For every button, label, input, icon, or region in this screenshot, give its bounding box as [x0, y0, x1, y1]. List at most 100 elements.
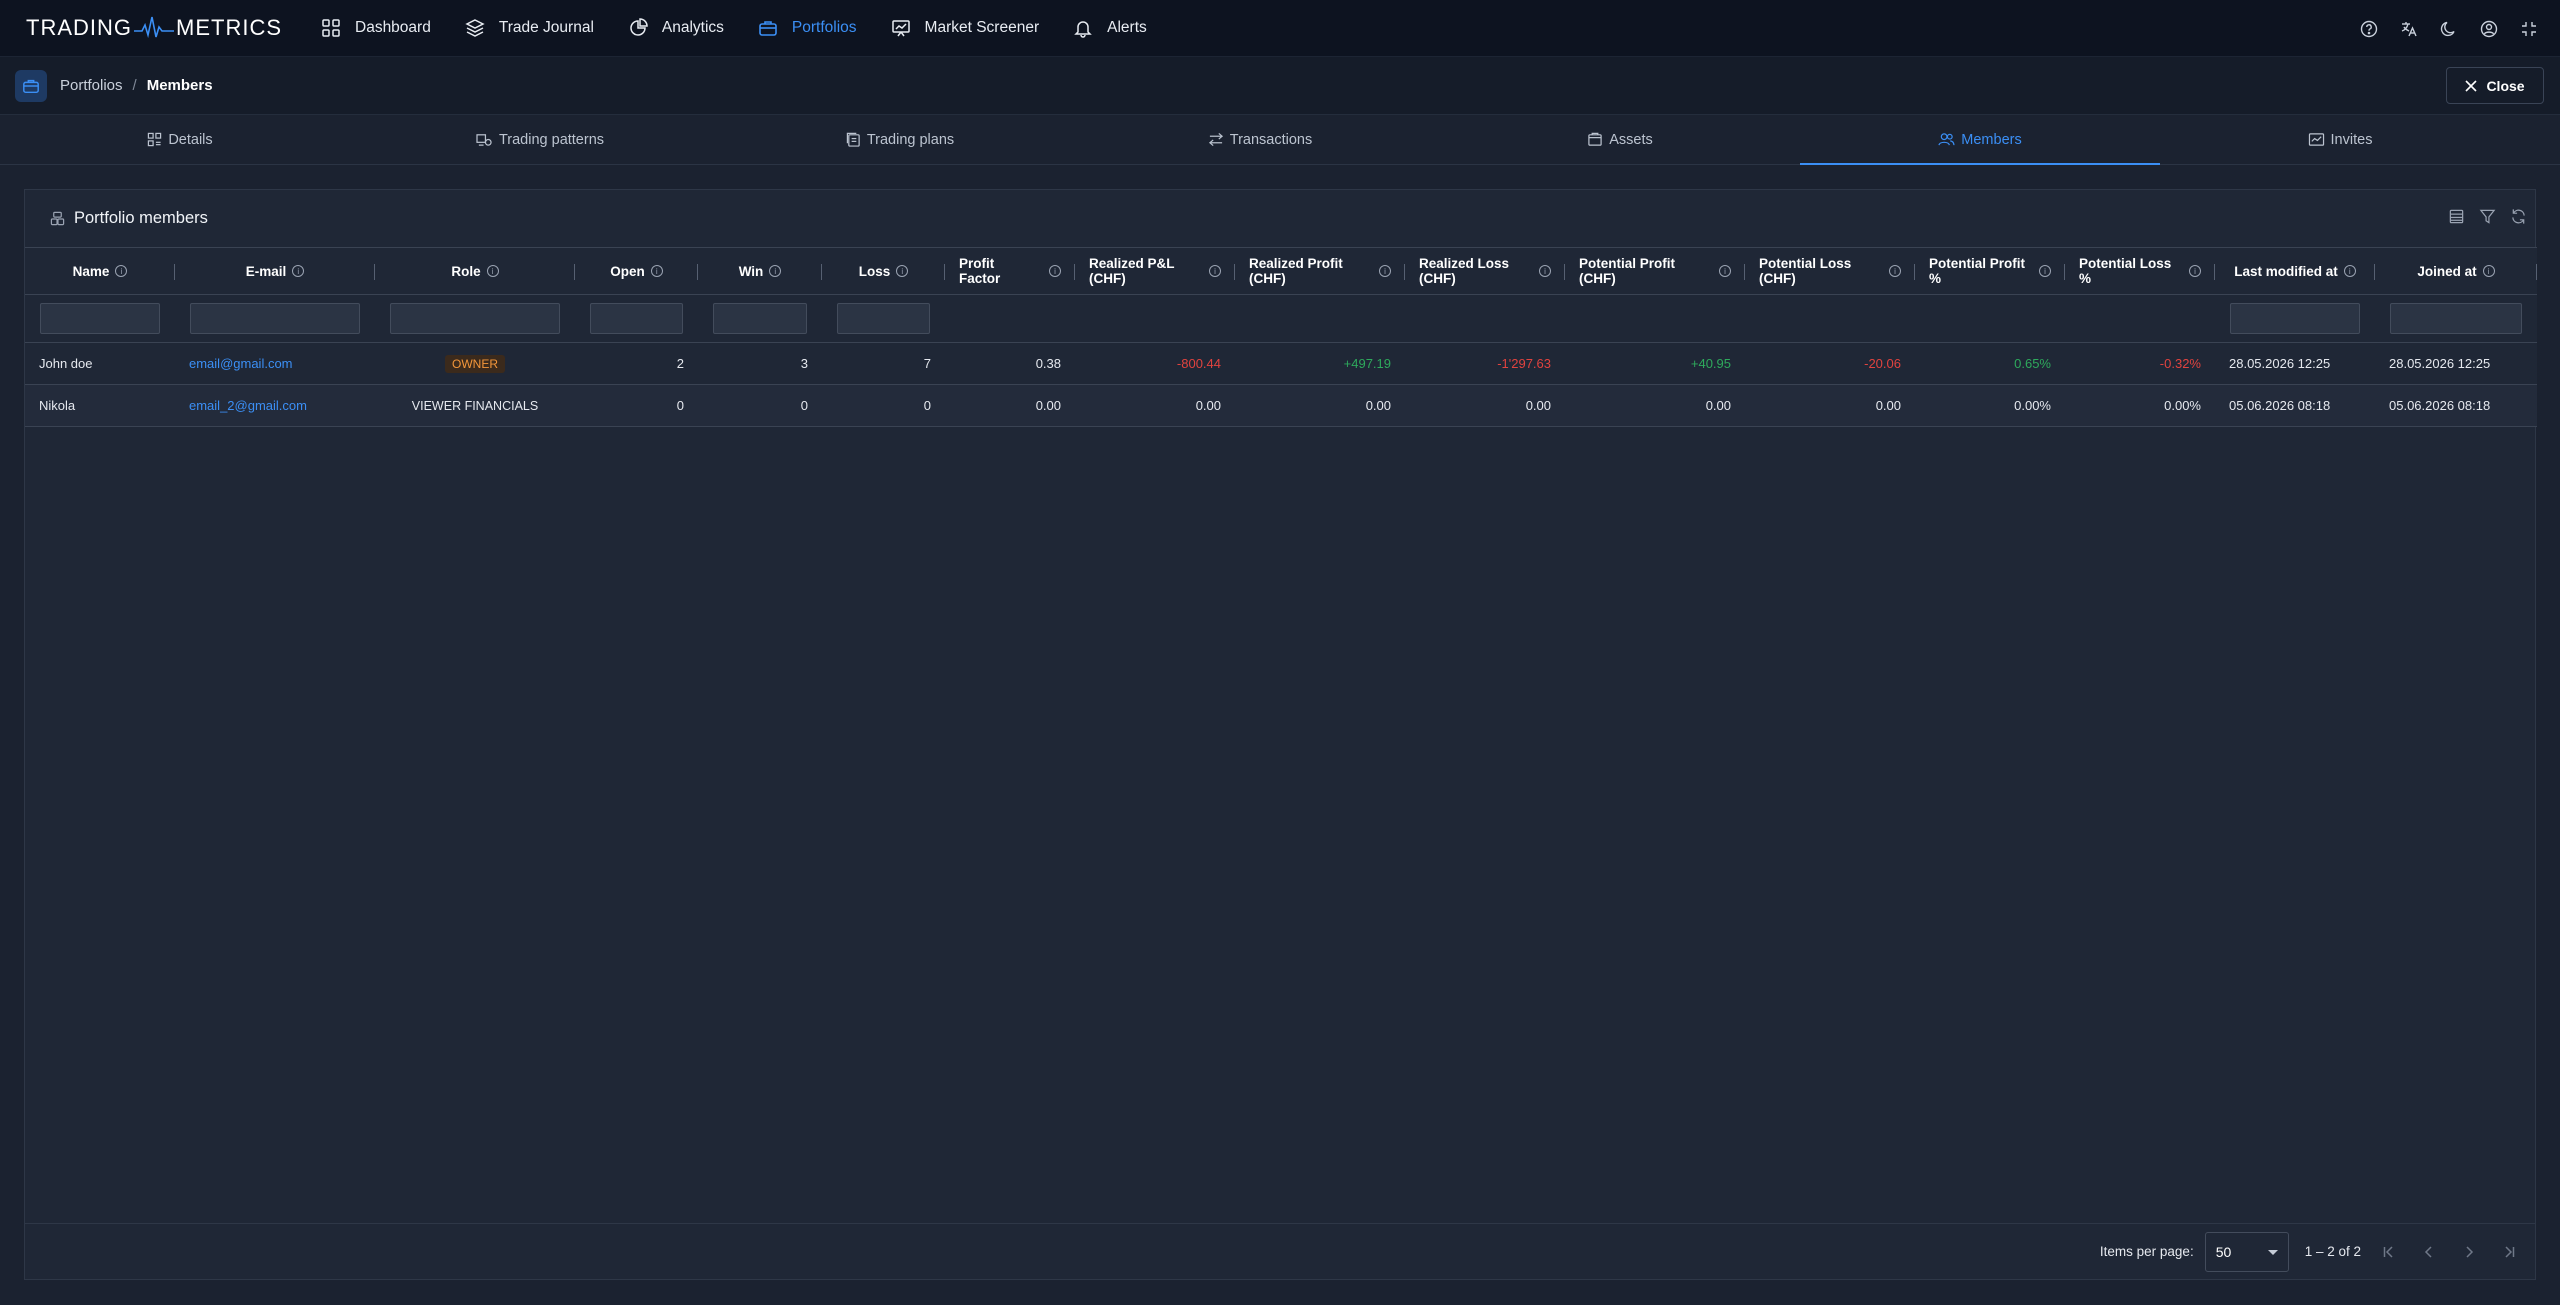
- info-icon[interactable]: i: [2343, 265, 2356, 277]
- first-page-button[interactable]: [2369, 1232, 2409, 1272]
- column-header-potential-profit-pct[interactable]: Potential Profit% i: [1915, 247, 2065, 295]
- column-header-profit-factor[interactable]: Profit Factor i: [945, 247, 1075, 295]
- help-icon[interactable]: [2360, 20, 2378, 38]
- filter-last-modified-input[interactable]: [2230, 303, 2360, 334]
- column-header-last-modified[interactable]: Last modified at i: [2215, 247, 2375, 295]
- transfer-icon: [1208, 132, 1224, 147]
- logo-text-right: METRICS: [176, 15, 282, 40]
- column-label-line2: %: [2079, 271, 2092, 286]
- filter-joined-input[interactable]: [2390, 303, 2522, 334]
- column-label-line1: Potential Profit: [1929, 256, 2026, 271]
- table-row[interactable]: Nikola email_2@gmail.com VIEWER FINANCIA…: [25, 384, 2537, 427]
- column-label: Name: [72, 263, 110, 279]
- column-header-realized-pnl[interactable]: Realized P&L (CHF) i: [1075, 247, 1235, 295]
- info-icon[interactable]: i: [292, 265, 305, 277]
- info-icon[interactable]: i: [2039, 265, 2051, 277]
- info-icon[interactable]: i: [896, 265, 909, 277]
- nav-trade-journal-label: Trade Journal: [498, 19, 594, 36]
- portfolio-tabs: Details Trading patterns Trading plans T…: [0, 115, 2560, 165]
- column-header-joined[interactable]: Joined at i: [2375, 247, 2537, 295]
- filter-open-input[interactable]: [590, 303, 683, 334]
- column-header-potential-loss-pct[interactable]: Potential Loss% i: [2065, 247, 2215, 295]
- column-header-name[interactable]: Name i: [25, 247, 175, 295]
- column-header-open[interactable]: Open i: [575, 247, 698, 295]
- tab-members[interactable]: Members: [1800, 115, 2160, 165]
- column-header-realized-profit[interactable]: Realized Profit (CHF) i: [1235, 247, 1405, 295]
- nav-market-screener[interactable]: Market Screener: [874, 0, 1057, 57]
- nav-alerts[interactable]: Alerts: [1056, 0, 1164, 57]
- email-link[interactable]: email@gmail.com: [189, 356, 293, 371]
- close-button-label: Close: [2486, 77, 2525, 94]
- dark-mode-icon[interactable]: [2440, 20, 2458, 38]
- breadcrumb-portfolios-link[interactable]: Portfolios: [60, 77, 123, 94]
- app-logo[interactable]: TRADING METRICS: [26, 0, 282, 57]
- filter-cell-empty: [1235, 294, 1405, 343]
- info-icon[interactable]: i: [1889, 265, 1901, 277]
- filter-win-input[interactable]: [713, 303, 807, 334]
- table-row[interactable]: John doe email@gmail.com OWNER 2 3 7 0.3…: [25, 342, 2537, 385]
- column-header-potential-profit[interactable]: Potential Profit (CHF) i: [1565, 247, 1745, 295]
- cell-loss: 0: [822, 384, 945, 427]
- language-icon[interactable]: [2400, 20, 2418, 38]
- filter-cell: [175, 294, 375, 343]
- info-icon[interactable]: i: [650, 265, 663, 277]
- tab-details[interactable]: Details: [0, 115, 360, 164]
- info-icon[interactable]: i: [115, 265, 128, 277]
- info-icon[interactable]: i: [486, 265, 499, 277]
- column-header-potential-loss[interactable]: Potential Loss (CHF) i: [1745, 247, 1915, 295]
- email-link[interactable]: email_2@gmail.com: [189, 398, 307, 413]
- column-divider: [2536, 264, 2537, 280]
- nav-trade-journal[interactable]: Trade Journal: [448, 0, 611, 57]
- filter-icon[interactable]: [2479, 208, 2496, 225]
- filter-name-input[interactable]: [40, 303, 160, 334]
- last-page-button[interactable]: [2489, 1232, 2529, 1272]
- invites-icon: [2308, 132, 2325, 147]
- column-header-loss[interactable]: Loss i: [822, 247, 945, 295]
- cell-potential-loss-pct: -0.32%: [2065, 342, 2215, 385]
- cell-joined: 28.05.2026 12:25: [2375, 342, 2537, 385]
- close-button[interactable]: Close: [2446, 67, 2544, 104]
- tab-invites[interactable]: Invites: [2160, 115, 2520, 164]
- column-label: Win: [738, 263, 764, 279]
- next-page-button[interactable]: [2449, 1232, 2489, 1272]
- info-icon[interactable]: i: [1049, 265, 1061, 277]
- filter-email-input[interactable]: [190, 303, 360, 334]
- columns-icon[interactable]: [2448, 208, 2465, 225]
- column-header-realized-loss[interactable]: Realized Loss (CHF) i: [1405, 247, 1565, 295]
- filter-loss-input[interactable]: [837, 303, 930, 334]
- tab-transactions[interactable]: Transactions: [1080, 115, 1440, 164]
- grid-icon: [321, 18, 341, 38]
- info-icon[interactable]: i: [1539, 265, 1551, 277]
- column-label: Open: [610, 263, 645, 279]
- nav-dashboard[interactable]: Dashboard: [304, 0, 448, 57]
- tab-members-label: Members: [1961, 131, 2022, 148]
- account-icon[interactable]: [2480, 20, 2498, 38]
- info-icon[interactable]: i: [2189, 265, 2201, 277]
- previous-page-button[interactable]: [2409, 1232, 2449, 1272]
- tab-trading-patterns[interactable]: Trading patterns: [360, 115, 720, 164]
- tab-assets[interactable]: Assets: [1440, 115, 1800, 164]
- items-per-page-select[interactable]: 50: [2204, 1231, 2289, 1272]
- info-icon[interactable]: i: [2482, 265, 2495, 277]
- info-icon[interactable]: i: [1379, 265, 1391, 277]
- column-header-role[interactable]: Role i: [375, 247, 575, 295]
- info-icon[interactable]: i: [769, 265, 782, 277]
- info-icon[interactable]: i: [1719, 265, 1731, 277]
- tab-trading-plans[interactable]: Trading plans: [720, 115, 1080, 164]
- fullscreen-icon[interactable]: [2520, 20, 2538, 38]
- info-icon[interactable]: i: [1209, 265, 1221, 277]
- cell-last-modified: 28.05.2026 12:25: [2215, 342, 2375, 385]
- members-table: Name i E-mail i Role i Open i Win i Loss i Pro…: [25, 247, 2537, 427]
- cell-potential-loss-pct: 0.00%: [2065, 384, 2215, 427]
- column-label-line1: Realized P&L: [1089, 256, 1175, 271]
- nav-portfolios[interactable]: Portfolios: [741, 0, 874, 57]
- filter-role-input[interactable]: [390, 303, 560, 334]
- column-label: Potential Loss (CHF): [1759, 256, 1851, 286]
- column-header-email[interactable]: E-mail i: [175, 247, 375, 295]
- filter-cell: [698, 294, 822, 343]
- column-header-win[interactable]: Win i: [698, 247, 822, 295]
- cell-name: Nikola: [25, 384, 175, 427]
- refresh-icon[interactable]: [2510, 208, 2527, 225]
- nav-analytics[interactable]: Analytics: [611, 0, 741, 57]
- column-label-line1: Realized Profit: [1249, 256, 1343, 271]
